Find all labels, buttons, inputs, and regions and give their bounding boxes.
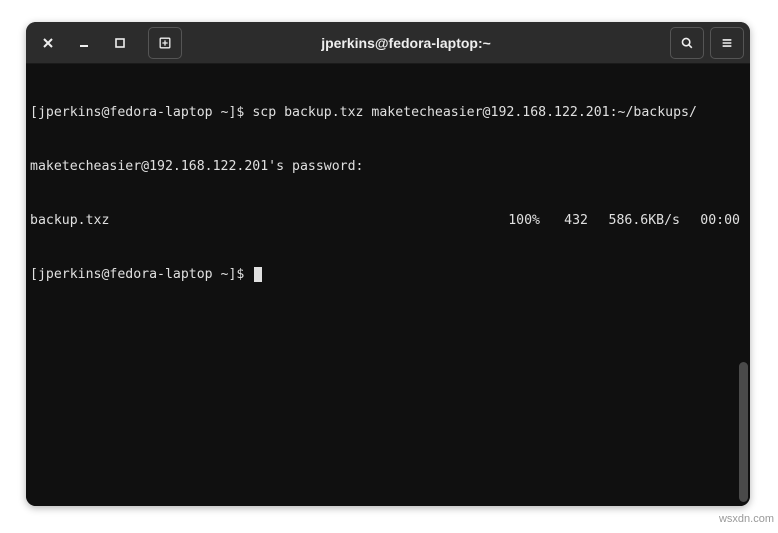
transfer-speed: 586.6KB/s <box>588 212 680 230</box>
command-text: scp backup.txz maketecheasier@192.168.12… <box>252 105 697 120</box>
prompt: [jperkins@fedora-laptop ~]$ <box>30 105 252 120</box>
transfer-percent: 100% <box>488 212 540 230</box>
search-button[interactable] <box>670 27 704 59</box>
transfer-time: 00:00 <box>680 212 746 230</box>
new-tab-button[interactable] <box>148 27 182 59</box>
terminal-window: jperkins@fedora-laptop:~ [jperkins@fedor… <box>26 22 750 506</box>
terminal-output: [jperkins@fedora-laptop ~]$ scp backup.t… <box>26 64 750 324</box>
minimize-button[interactable] <box>68 27 100 59</box>
window-title: jperkins@fedora-laptop:~ <box>186 35 666 51</box>
close-button[interactable] <box>32 27 64 59</box>
titlebar: jperkins@fedora-laptop:~ <box>26 22 750 64</box>
cursor <box>254 267 262 282</box>
password-prompt: maketecheasier@192.168.122.201's passwor… <box>30 158 746 176</box>
titlebar-right <box>670 27 744 59</box>
scrollbar-thumb[interactable] <box>739 362 748 502</box>
transfer-size: 432 <box>540 212 588 230</box>
prompt: [jperkins@fedora-laptop ~]$ <box>30 267 252 282</box>
menu-button[interactable] <box>710 27 744 59</box>
transfer-progress-line: backup.txz 100% 432 586.6KB/s 00:00 <box>30 212 746 230</box>
maximize-button[interactable] <box>104 27 136 59</box>
terminal-area[interactable]: [jperkins@fedora-laptop ~]$ scp backup.t… <box>26 64 750 506</box>
transfer-filename: backup.txz <box>30 212 109 230</box>
watermark: wsxdn.com <box>719 513 774 525</box>
